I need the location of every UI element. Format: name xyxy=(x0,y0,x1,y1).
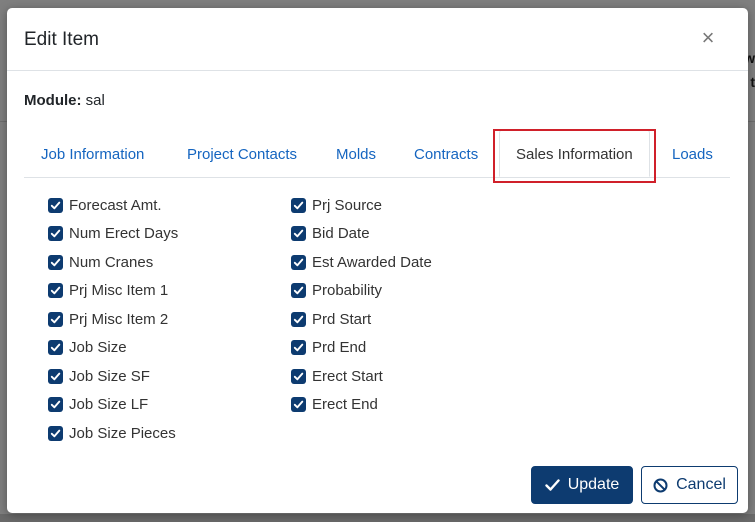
checkbox-row[interactable]: Bid Date xyxy=(291,220,432,249)
checkbox-row[interactable]: Erect End xyxy=(291,391,432,420)
checkbox-checked-icon[interactable] xyxy=(291,226,306,242)
checkbox-label: Probability xyxy=(312,282,383,300)
checkbox-label: Prd End xyxy=(312,339,367,357)
tab-molds[interactable]: Molds xyxy=(336,132,376,177)
checkbox-checked-icon[interactable] xyxy=(48,368,63,384)
cancel-button[interactable]: Cancel xyxy=(641,466,738,504)
checkbox-label: Erect Start xyxy=(312,367,383,385)
checkbox-row[interactable]: Num Cranes xyxy=(48,248,178,277)
module-label: Module: xyxy=(24,92,82,109)
checkbox-row[interactable]: Job Size xyxy=(48,334,178,363)
checkbox-row[interactable]: Est Awarded Date xyxy=(291,248,432,277)
checkbox-checked-icon[interactable] xyxy=(48,425,63,441)
checkbox-row[interactable]: Num Erect Days xyxy=(48,220,178,249)
checkbox-checked-icon[interactable] xyxy=(48,340,63,356)
backdrop-footer xyxy=(0,514,755,522)
checkbox-label: Prd Start xyxy=(312,310,372,328)
checkbox-label: Prj Misc Item 1 xyxy=(69,282,169,300)
checkbox-row[interactable]: Prd End xyxy=(291,334,432,363)
backdrop-text-fragment: t xyxy=(750,74,755,90)
checkbox-checked-icon[interactable] xyxy=(291,283,306,299)
ban-icon xyxy=(653,478,668,493)
checkbox-label: Num Cranes xyxy=(69,253,154,271)
check-icon xyxy=(545,479,560,491)
edit-item-dialog: Edit Item × Module: sal Job Information … xyxy=(7,8,748,513)
tab-loads[interactable]: Loads xyxy=(672,132,713,177)
checkbox-checked-icon[interactable] xyxy=(48,397,63,413)
update-label: Update xyxy=(567,476,620,493)
checkbox-checked-icon[interactable] xyxy=(291,368,306,384)
checkbox-row[interactable]: Prj Misc Item 2 xyxy=(48,305,178,334)
checkbox-label: Job Size LF xyxy=(69,396,149,414)
checkbox-checked-icon[interactable] xyxy=(291,340,306,356)
checkbox-checked-icon[interactable] xyxy=(48,311,63,327)
checkbox-label: Job Size xyxy=(69,339,127,357)
checkbox-row[interactable]: Prd Start xyxy=(291,305,432,334)
tab-job-information[interactable]: Job Information xyxy=(41,132,144,177)
checkbox-checked-icon[interactable] xyxy=(291,197,306,213)
checkbox-label: Prj Source xyxy=(312,196,383,214)
checkbox-label: Prj Misc Item 2 xyxy=(69,310,169,328)
checkbox-row[interactable]: Prj Misc Item 1 xyxy=(48,277,178,306)
checkbox-label: Erect End xyxy=(312,396,378,414)
checkbox-checked-icon[interactable] xyxy=(48,197,63,213)
checkbox-label: Bid Date xyxy=(312,225,370,243)
module-value: sal xyxy=(85,92,105,109)
checkbox-column-right: Prj Source Bid Date Est Awarded Date Probab… xyxy=(291,191,432,419)
checkbox-column-left: Forecast Amt. Num Erect Days Num Cranes Prj… xyxy=(48,191,178,448)
cancel-label: Cancel xyxy=(676,476,726,493)
checkbox-label: Num Erect Days xyxy=(69,225,179,243)
checkbox-checked-icon[interactable] xyxy=(48,283,63,299)
checkbox-row[interactable]: Prj Source xyxy=(291,191,432,220)
update-button[interactable]: Update xyxy=(531,466,633,504)
checkbox-label: Job Size Pieces xyxy=(69,424,176,442)
tab-sales-information[interactable]: Sales Information xyxy=(499,129,650,177)
tab-contracts[interactable]: Contracts xyxy=(414,132,478,177)
tab-project-contacts[interactable]: Project Contacts xyxy=(187,132,297,177)
checkbox-checked-icon[interactable] xyxy=(291,397,306,413)
module-info: Module: sal xyxy=(24,92,105,109)
checkbox-checked-icon[interactable] xyxy=(48,254,63,270)
checkbox-row[interactable]: Job Size Pieces xyxy=(48,419,178,448)
checkbox-checked-icon[interactable] xyxy=(291,254,306,270)
dialog-header: Edit Item × xyxy=(7,8,748,71)
checkbox-row[interactable]: Job Size LF xyxy=(48,391,178,420)
close-icon[interactable]: × xyxy=(696,26,720,50)
checkbox-label: Forecast Amt. xyxy=(69,196,162,214)
checkbox-label: Job Size SF xyxy=(69,367,150,385)
checkbox-row[interactable]: Forecast Amt. xyxy=(48,191,178,220)
dialog-title: Edit Item xyxy=(24,29,99,50)
tab-bar: Job Information Project Contacts Molds C… xyxy=(24,129,730,178)
checkbox-checked-icon[interactable] xyxy=(291,311,306,327)
checkbox-label: Est Awarded Date xyxy=(312,253,432,271)
checkbox-row[interactable]: Job Size SF xyxy=(48,362,178,391)
checkbox-checked-icon[interactable] xyxy=(48,226,63,242)
checkbox-row[interactable]: Probability xyxy=(291,277,432,306)
checkbox-row[interactable]: Erect Start xyxy=(291,362,432,391)
